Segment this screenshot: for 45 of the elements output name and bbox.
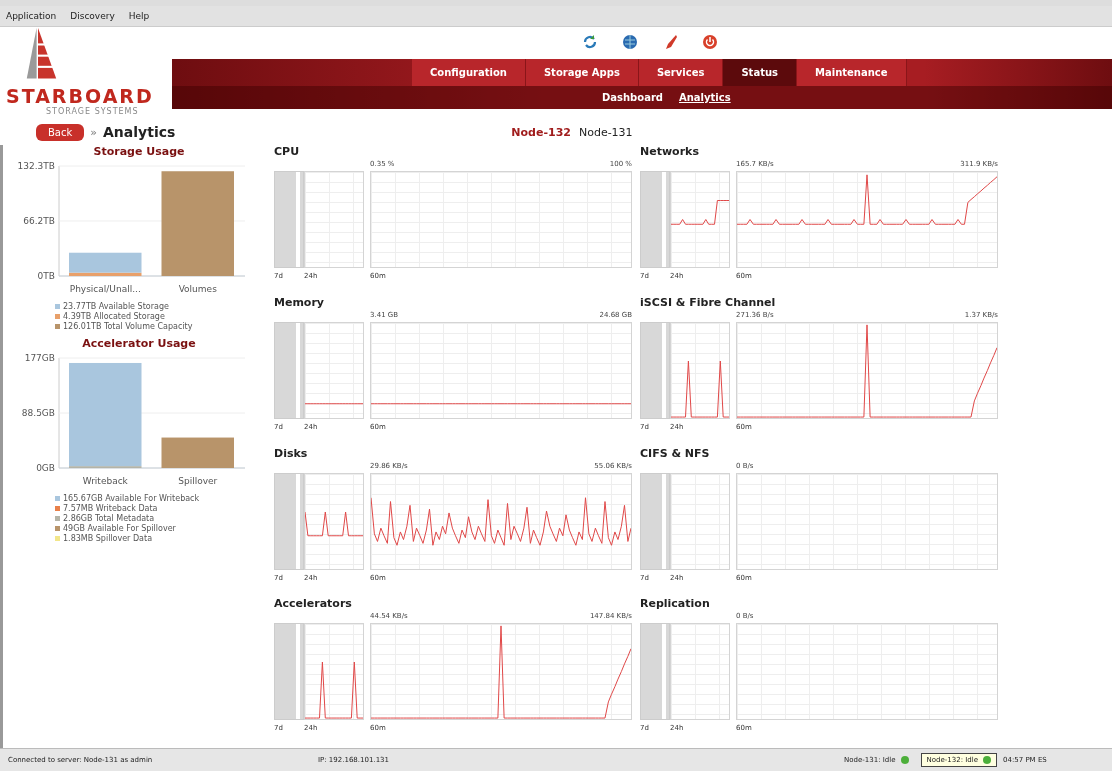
logo-tagline: STORAGE SYSTEMS [45,107,140,116]
legend-label: 1.83MB Spillover Data [63,534,153,543]
back-button[interactable]: Back [36,123,85,141]
menu-item[interactable]: Application [6,11,57,21]
nav-tab[interactable]: Storage Apps [525,59,639,86]
breadcrumb-separator: » [90,125,97,139]
menu-item[interactable]: Discovery [70,11,115,21]
axis-tick-label: 88.5GB [21,408,55,418]
nav-tab[interactable]: Status [723,59,797,86]
legend-label: 4.39TB Allocated Storage [63,312,165,321]
chart-title: Storage Usage [92,145,186,158]
graph-title: Accelerators [274,597,353,613]
legend-label: 7.57MB Writeback Data [63,504,158,513]
graph-title: CIFS & NFS [640,446,711,462]
nav-tab[interactable]: Services [638,59,724,86]
graph-title: iSCSI & Fibre Channel [640,295,777,311]
graph-title: CPU [274,145,301,160]
category-label: Spillover [178,476,218,486]
nav-tab[interactable]: Configuration [412,59,526,86]
axis-tick-label: 132.3TB [17,161,55,171]
legend-label: 126.01TB Total Volume Capacity [63,322,193,331]
graph-title: Replication [640,597,711,613]
graph-title: Networks [640,145,700,160]
logo-wordmark: STARBOARD [6,85,155,107]
subnav-link[interactable]: Dashboard [602,92,663,103]
category-label: Physical/Unall... [69,284,141,294]
chart-title: Accelerator Usage [81,337,197,350]
category-label: Writeback [82,476,128,486]
axis-tick-label: 0GB [36,463,55,473]
category-label: Volumes [178,284,217,294]
axis-tick-label: 177GB [24,353,55,363]
legend-label: 49GB Available For Spillover [63,524,176,533]
subnav-link[interactable]: Analytics [679,92,731,103]
axis-tick-label: 0TB [37,271,55,281]
legend-label: 2.86GB Total Metadata [63,514,155,523]
node-tab[interactable]: Node-131 [578,125,633,139]
menu-item[interactable]: Help [128,11,150,21]
node-tab[interactable]: Node-132 [511,125,571,139]
nav-tab[interactable]: Maintenance [797,59,907,86]
legend-label: 165.67GB Available For Writeback [63,494,200,503]
graph-title: Disks [274,446,309,462]
axis-tick-label: 66.2TB [23,215,55,226]
page-title: Analytics [103,124,176,140]
legend-label: 23.77TB Available Storage [63,302,169,311]
graph-title: Memory [274,295,326,311]
